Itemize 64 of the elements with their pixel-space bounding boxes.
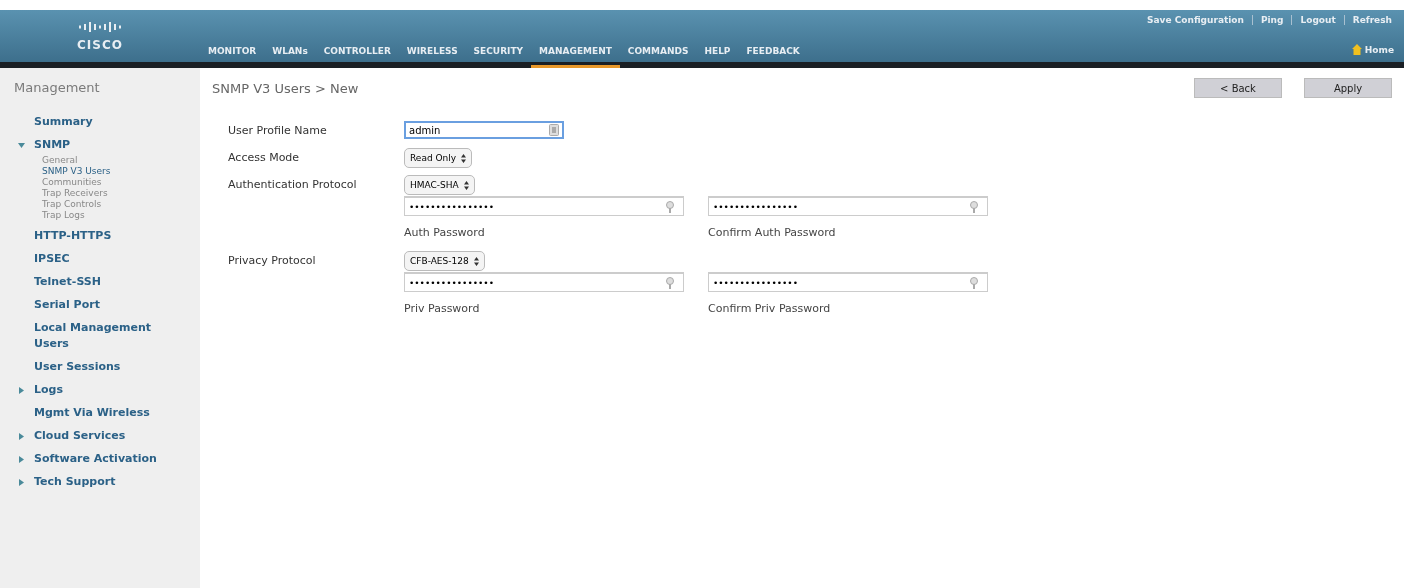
nav-tab[interactable]: WIRELESS xyxy=(398,46,466,68)
sidebar-subitem[interactable]: Trap Logs xyxy=(42,210,200,221)
dropdown[interactable]: CFB-AES-128 xyxy=(404,251,485,271)
nav-tab[interactable]: CONTROLLER xyxy=(315,46,399,68)
sidebar-item[interactable]: User Sessions xyxy=(34,359,184,375)
field-label: Authentication Protocol xyxy=(228,177,358,191)
caret-icon[interactable] xyxy=(17,432,25,440)
sidebar-item[interactable]: Serial Port xyxy=(34,297,184,313)
sidebar-item[interactable]: IPSEC xyxy=(34,251,184,267)
sidebar-item[interactable]: Software Activation xyxy=(34,451,184,467)
home-icon xyxy=(1351,44,1362,55)
caret-icon[interactable] xyxy=(17,478,25,486)
sidebar-item[interactable]: Local Management Users xyxy=(34,320,184,352)
text-field[interactable]: admin xyxy=(404,121,564,139)
logo-icon xyxy=(77,20,123,34)
logo-text: CISCO xyxy=(77,38,123,52)
sidebar-item[interactable]: SNMP xyxy=(34,137,184,153)
password-field[interactable]: •••••••••••••••• xyxy=(708,272,988,292)
sidebar-item[interactable]: Logs xyxy=(34,382,184,398)
header-link[interactable]: Refresh xyxy=(1352,15,1392,25)
field-label: User Profile Name xyxy=(228,123,328,137)
dropdown-arrows-icon xyxy=(463,180,469,190)
header-link[interactable]: Save Configuration xyxy=(1147,15,1244,25)
dropdown-arrows-icon xyxy=(473,256,479,266)
dropdown-arrows-icon xyxy=(461,153,467,163)
nav-tab[interactable]: SECURITY xyxy=(465,46,532,68)
header-link[interactable]: Ping xyxy=(1260,15,1284,25)
sidebar-subitem[interactable]: SNMP V3 Users xyxy=(42,166,200,177)
field-caption: Auth Password xyxy=(404,226,486,241)
nav-tab[interactable]: WLANs xyxy=(264,46,316,68)
password-field[interactable]: •••••••••••••••• xyxy=(404,272,684,292)
sidebar-subitem[interactable]: Communities xyxy=(42,177,200,188)
action-button[interactable]: Apply xyxy=(1304,78,1392,98)
sidebar-subitem[interactable]: Trap Controls xyxy=(42,199,200,210)
sidebar-title: Management xyxy=(13,79,101,97)
password-field[interactable]: •••••••••••••••• xyxy=(404,196,684,216)
nav-tab[interactable]: MANAGEMENT xyxy=(531,46,620,68)
password-field[interactable]: •••••••••••••••• xyxy=(708,196,988,216)
sidebar-subitem[interactable]: General xyxy=(42,155,200,166)
nav-tab[interactable]: HELP xyxy=(696,46,739,68)
dropdown[interactable]: Read Only xyxy=(404,148,473,168)
sidebar-subitem[interactable]: Trap Receivers xyxy=(42,188,200,199)
nav-tab[interactable]: MONITOR xyxy=(200,46,265,68)
sidebar-item[interactable]: Mgmt Via Wireless xyxy=(34,405,184,421)
home-link[interactable]: Home xyxy=(1351,44,1404,62)
sidebar-item[interactable]: Summary xyxy=(34,114,184,130)
page-title: SNMP V3 Users > New xyxy=(212,80,359,96)
caret-icon[interactable] xyxy=(17,386,25,394)
field-label: Access Mode xyxy=(228,150,301,164)
header-link[interactable]: Logout xyxy=(1300,15,1336,25)
field-caption: Priv Password xyxy=(404,302,481,317)
sidebar-item[interactable]: Tech Support xyxy=(34,474,184,490)
field-caption: Confirm Auth Password xyxy=(708,226,837,241)
sidebar-item[interactable]: Cloud Services xyxy=(34,428,184,444)
field-caption: Confirm Priv Password xyxy=(708,302,832,317)
sidebar-item[interactable]: HTTP-HTTPS xyxy=(34,228,184,244)
nav-tab[interactable]: COMMANDS xyxy=(619,46,697,68)
field-label: Privacy Protocol xyxy=(228,253,317,267)
nav-tab[interactable]: FEEDBACK xyxy=(738,46,808,68)
caret-icon[interactable] xyxy=(17,141,25,149)
caret-icon[interactable] xyxy=(17,455,25,463)
action-button[interactable]: < Back xyxy=(1194,78,1282,98)
dropdown[interactable]: HMAC-SHA xyxy=(404,175,475,195)
sidebar-item[interactable]: Telnet-SSH xyxy=(34,274,184,290)
